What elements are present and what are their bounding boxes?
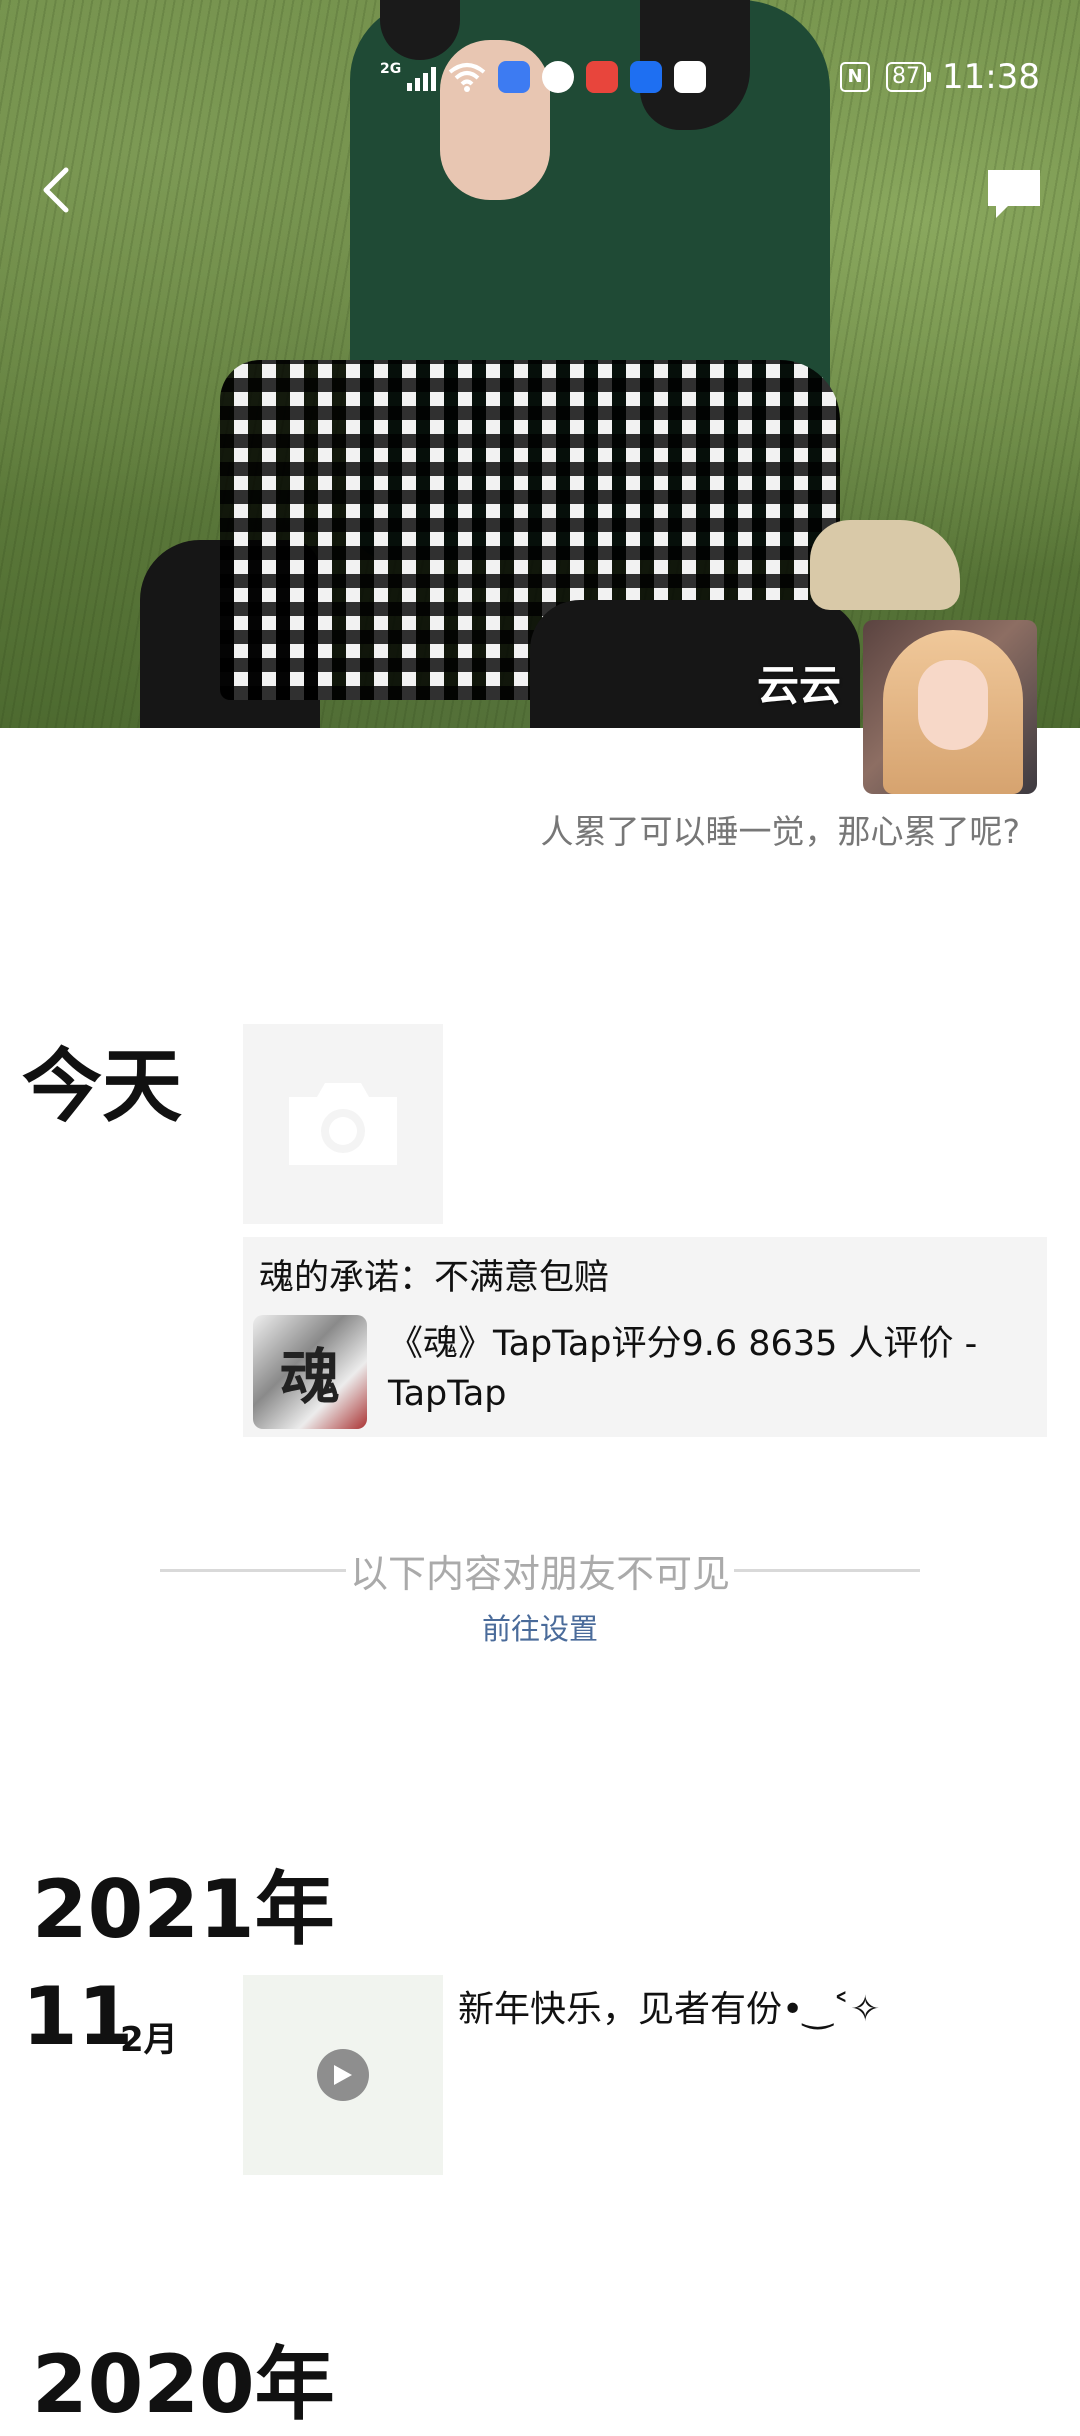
avatar[interactable] — [863, 620, 1037, 794]
network-type: 2G — [380, 61, 402, 77]
cover-photo[interactable]: 2G N 87 11:38 云云 — [0, 0, 1080, 728]
add-photo-placeholder[interactable] — [243, 1024, 443, 1224]
divider-line — [734, 1568, 921, 1572]
divider-line — [160, 1568, 346, 1572]
year-heading: 2020年 — [32, 2338, 335, 2431]
link-thumbnail-logo: 魂 — [280, 1342, 340, 1413]
status-left: 2G — [380, 61, 707, 93]
back-icon[interactable] — [30, 160, 80, 220]
post-month: 2月 — [120, 2020, 178, 2060]
avatar-face — [918, 660, 988, 750]
date-today: 今天 — [22, 1040, 182, 1133]
post-day: 11 — [22, 1970, 134, 2063]
battery-icon: 87 — [886, 62, 932, 92]
message-icon[interactable] — [984, 166, 1044, 222]
cover-figure-shoe — [810, 520, 960, 610]
link-title: 《魂》TapTap评分9.6 8635 人评价 - TapTap — [388, 1324, 978, 1414]
goto-settings-link[interactable]: 前往设置 — [0, 1606, 1080, 1648]
nfc-icon: N — [840, 62, 871, 92]
camera-icon — [289, 1083, 397, 1165]
clock: 11:38 — [942, 57, 1040, 97]
status-right: N 87 11:38 — [840, 57, 1040, 97]
hidden-content-divider: 以下内容对朋友不可见 — [160, 1540, 921, 1600]
signal-icon — [407, 63, 437, 91]
video-thumbnail[interactable] — [243, 1975, 443, 2175]
status-bar: 2G N 87 11:38 — [380, 52, 1040, 102]
qq-app-icon — [674, 61, 707, 93]
profile-name[interactable]: 云云 — [757, 652, 841, 713]
play-icon — [317, 2049, 369, 2101]
tips-app-icon — [630, 61, 663, 93]
music-app-icon — [498, 61, 531, 93]
browser-app-icon — [542, 61, 575, 93]
shared-link-post[interactable]: 魂的承诺：不满意包赔 魂 《魂》TapTap评分9.6 8635 人评价 - T… — [243, 1237, 1047, 1437]
link-thumbnail: 魂 — [253, 1315, 367, 1429]
post-text: 魂的承诺：不满意包赔 — [259, 1258, 610, 1298]
huawei-app-icon — [586, 61, 619, 93]
wifi-icon — [448, 63, 486, 92]
year-heading: 2021年 — [32, 1863, 335, 1956]
profile-signature: 人累了可以睡一觉，那心累了呢? — [540, 812, 1020, 851]
hidden-notice: 以下内容对朋友不可见 — [350, 1551, 731, 1596]
post-text[interactable]: 新年快乐，见者有份•‿˂✧ — [458, 1980, 880, 2032]
